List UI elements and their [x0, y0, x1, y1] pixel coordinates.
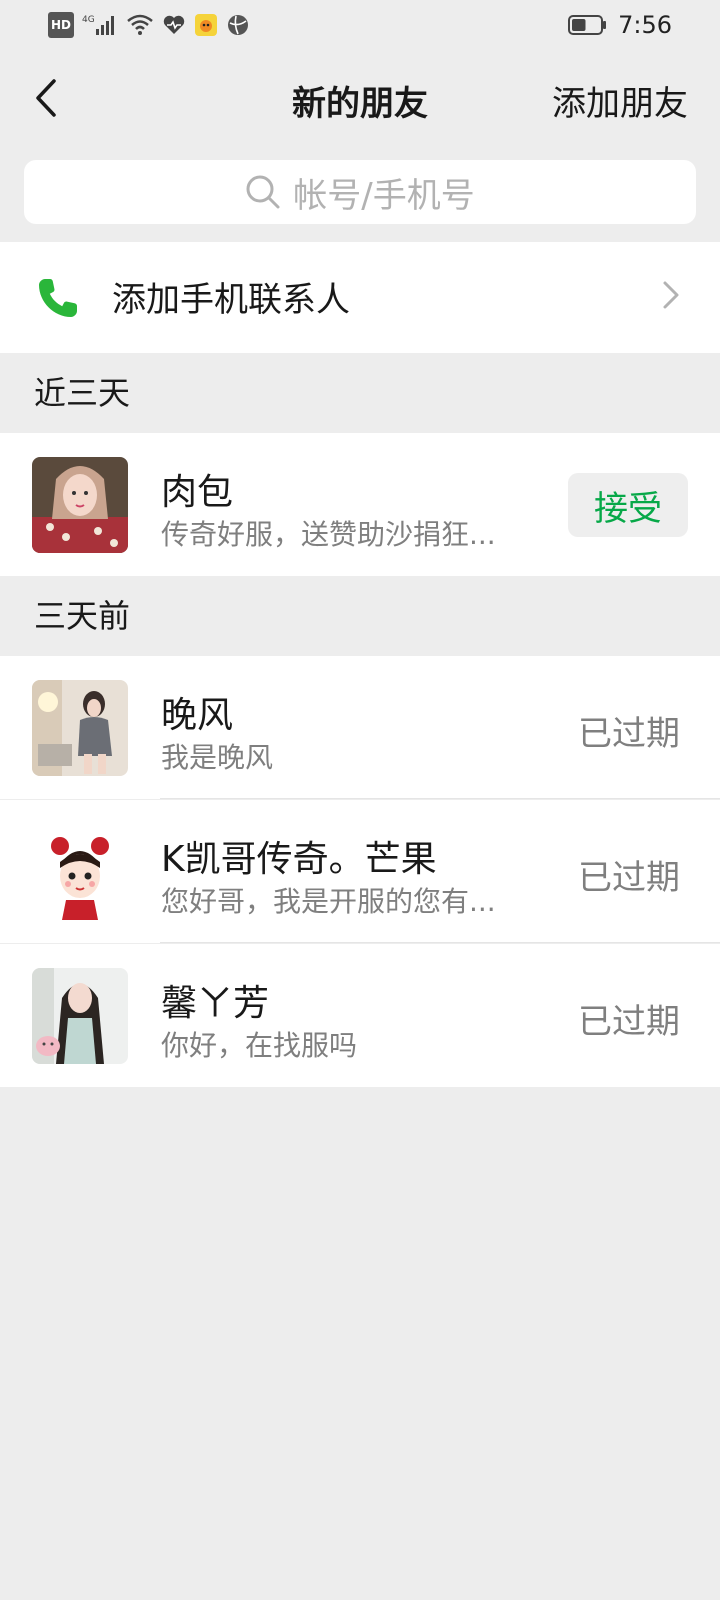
cellular-signal-icon: 4G [82, 12, 118, 38]
section-header-recent: 近三天 [0, 353, 720, 433]
svg-text:4G: 4G [82, 15, 95, 25]
nav-bar: 新的朋友 添加朋友 [0, 58, 720, 138]
friend-message: 您好哥，我是开服的您有... [161, 885, 496, 918]
phone-icon [39, 279, 77, 317]
friend-message: 我是晚风 [161, 741, 274, 774]
battery-icon [568, 12, 608, 38]
row-divider [160, 798, 720, 799]
avatar[interactable] [32, 968, 128, 1064]
friend-name: 馨ㄚ芳 [161, 983, 270, 1024]
browser-globe-icon [226, 12, 250, 38]
search-placeholder: 帐号/手机号 [293, 175, 475, 216]
clock: 7:56 [618, 11, 672, 39]
friend-name: 晚风 [161, 695, 234, 736]
expired-status: 已过期 [578, 1002, 680, 1042]
status-icons-left: HD 4G [48, 12, 250, 38]
chevron-right-icon [663, 281, 679, 309]
app-notification-icon [194, 12, 218, 38]
friend-request-row[interactable]: 肉包 传奇好服，送赞助沙捐狂... 接受 [0, 433, 720, 576]
friend-request-row[interactable]: 馨ㄚ芳 你好，在找服吗 已过期 [0, 944, 720, 1087]
status-icons-right: 7:56 [568, 11, 672, 39]
friend-request-row[interactable]: K凯哥传奇。芒果 您好哥，我是开服的您有... 已过期 [0, 800, 720, 943]
search-input[interactable]: 帐号/手机号 [24, 160, 696, 224]
avatar[interactable] [32, 457, 128, 553]
accept-button[interactable]: 接受 [568, 473, 688, 537]
avatar[interactable] [32, 824, 128, 920]
friend-name: 肉包 [161, 472, 234, 513]
avatar[interactable] [32, 680, 128, 776]
friend-message: 传奇好服，送赞助沙捐狂... [161, 518, 496, 551]
row-divider [160, 942, 720, 943]
add-phone-contacts-row[interactable]: 添加手机联系人 [0, 242, 720, 353]
wifi-icon [126, 12, 154, 38]
status-bar: HD 4G 7:56 [0, 0, 720, 50]
add-friend-button[interactable]: 添加朋友 [552, 76, 688, 125]
section-header-older: 三天前 [0, 576, 720, 656]
friend-name: K凯哥传奇。芒果 [161, 839, 437, 880]
hd-voice-icon: HD [48, 12, 75, 38]
add-phone-contacts-label: 添加手机联系人 [112, 280, 350, 320]
friend-request-row[interactable]: 晚风 我是晚风 已过期 [0, 656, 720, 799]
friend-message: 你好，在找服吗 [161, 1029, 358, 1062]
health-heart-icon [162, 12, 186, 38]
search-icon [246, 175, 280, 209]
expired-status: 已过期 [578, 858, 680, 898]
expired-status: 已过期 [578, 714, 680, 754]
